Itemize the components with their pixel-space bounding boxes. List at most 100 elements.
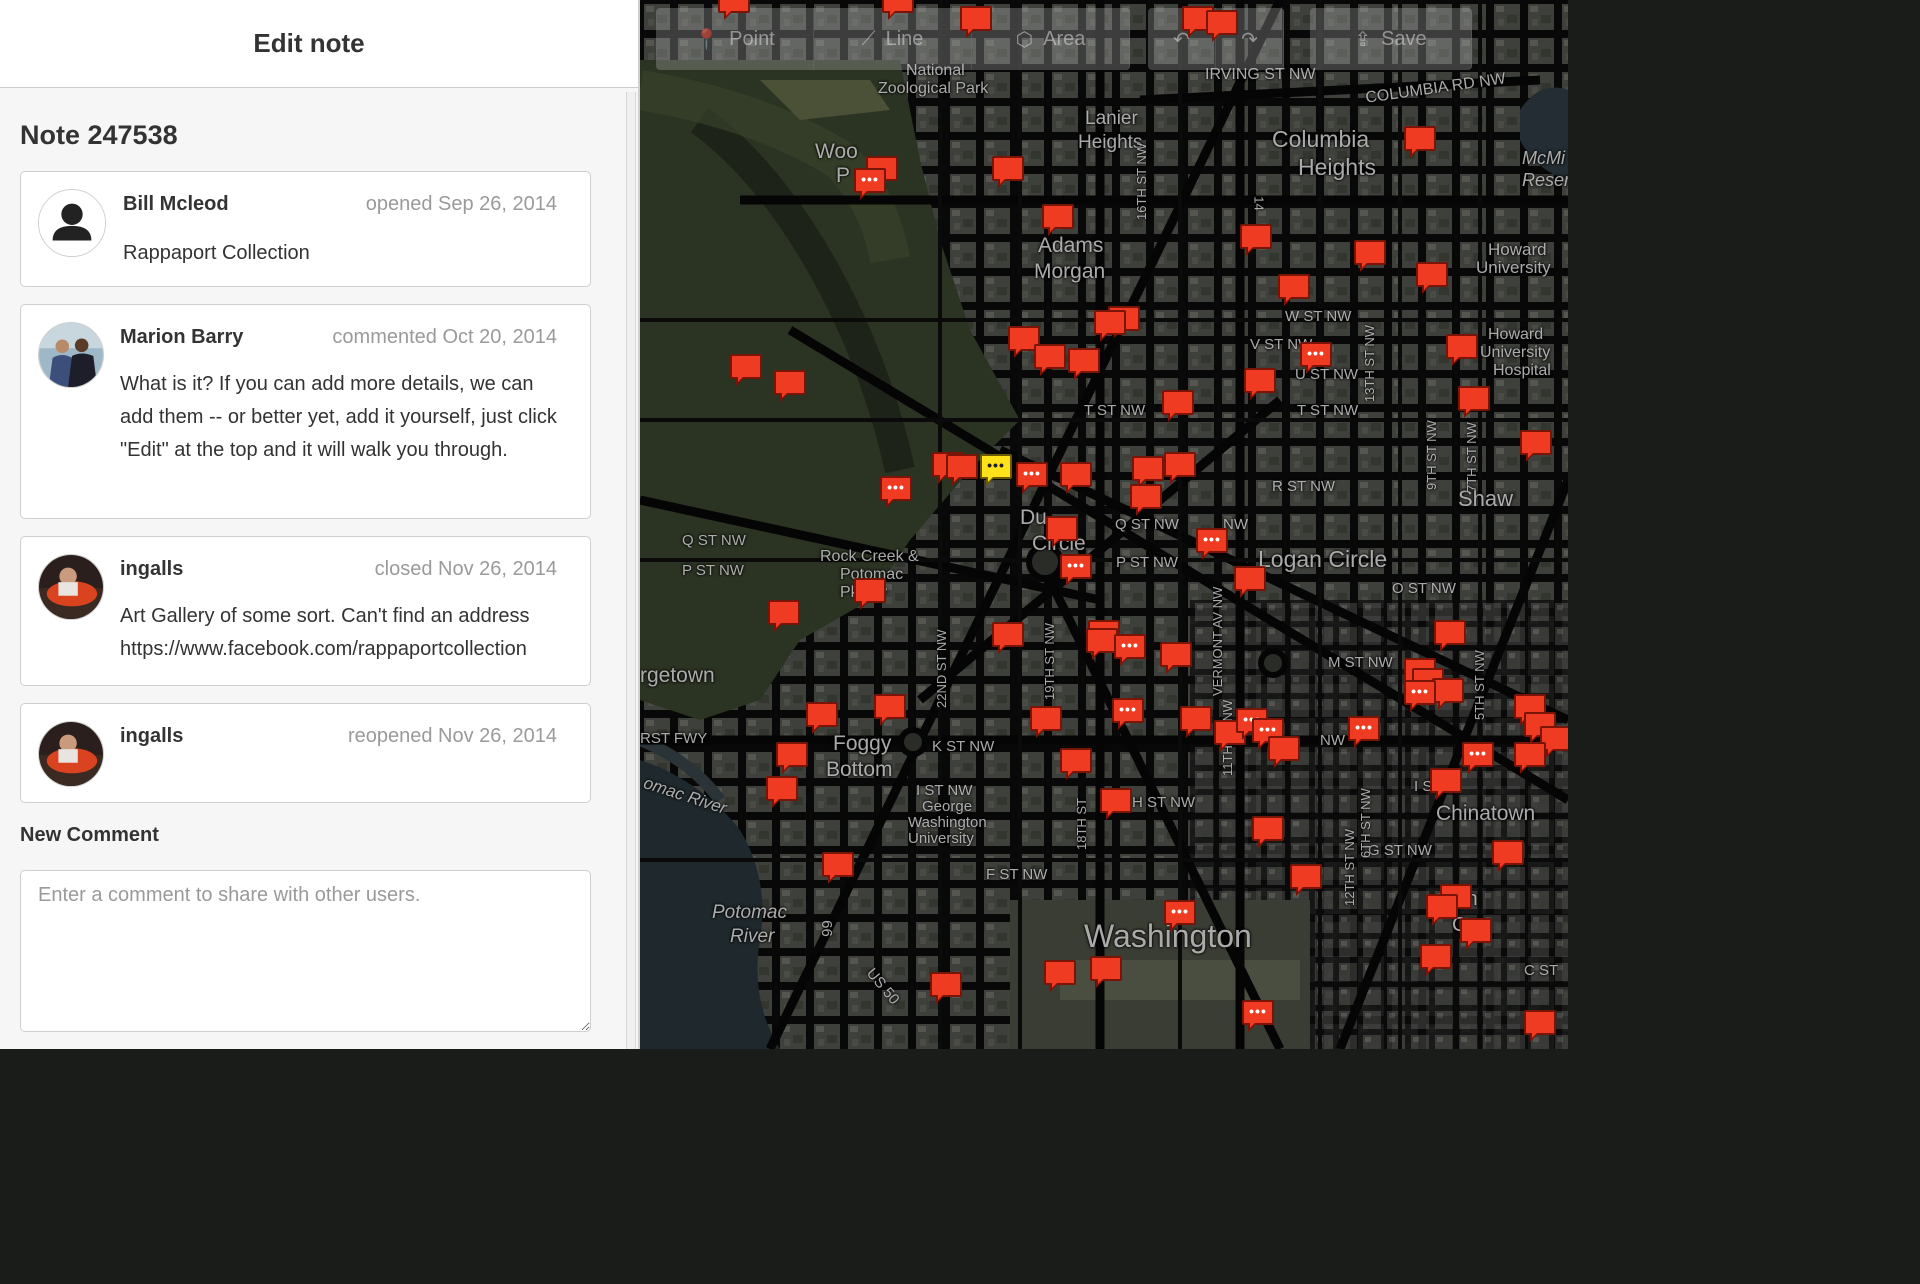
map-label: 18TH ST — [1074, 797, 1089, 850]
note-marker-icon[interactable] — [1130, 484, 1162, 516]
note-marker-icon[interactable]: ••• — [1242, 1000, 1274, 1032]
comment-card: ingalls closed Nov 26, 2014 Art Gallery … — [20, 536, 591, 686]
map-label: Q ST NW — [1115, 516, 1179, 533]
map-label: University — [1480, 344, 1551, 361]
note-marker-icon[interactable] — [1432, 678, 1464, 710]
note-marker-icon[interactable] — [1514, 742, 1546, 774]
note-marker-icon[interactable] — [1520, 430, 1552, 462]
comment-author-link[interactable]: ingalls — [120, 558, 183, 581]
note-marker-icon[interactable] — [1426, 894, 1458, 926]
note-marker-icon[interactable]: ••• — [1348, 716, 1380, 748]
note-marker-icon[interactable] — [1094, 310, 1126, 342]
note-marker-icon[interactable] — [1240, 224, 1272, 256]
note-marker-icon[interactable] — [1234, 566, 1266, 598]
map-label: Washington — [908, 814, 987, 831]
add-line-label: Line — [885, 27, 924, 50]
note-marker-icon[interactable]: ••• — [1114, 634, 1146, 666]
user-photo-avatar[interactable] — [38, 554, 104, 620]
note-marker-icon[interactable] — [1180, 706, 1212, 738]
note-marker-icon[interactable] — [1068, 348, 1100, 380]
note-marker-icon[interactable] — [946, 454, 978, 486]
note-marker-icon[interactable] — [1458, 386, 1490, 418]
note-marker-icon[interactable] — [1162, 390, 1194, 422]
comment-meta: commented Oct 20, 2014 — [332, 326, 557, 348]
note-marker-icon[interactable] — [960, 6, 992, 38]
note-marker-icon[interactable]: ••• — [1016, 462, 1048, 494]
user-photo-avatar[interactable] — [38, 322, 104, 388]
note-marker-icon[interactable] — [1206, 10, 1238, 42]
map-label: Howard — [1488, 326, 1544, 343]
note-marker-icon[interactable]: ••• — [1112, 698, 1144, 730]
note-marker-icon[interactable] — [992, 156, 1024, 188]
note-marker-icon[interactable] — [1354, 240, 1386, 272]
note-marker-icon[interactable] — [1160, 642, 1192, 674]
save-button[interactable]: ⇪ Save — [1310, 8, 1472, 70]
note-marker-icon[interactable] — [1046, 516, 1078, 548]
note-marker-icon[interactable]: ••• — [1196, 528, 1228, 560]
note-marker-icon[interactable] — [1430, 768, 1462, 800]
note-marker-icon[interactable] — [1524, 1010, 1556, 1042]
note-marker-icon[interactable] — [1060, 462, 1092, 494]
note-marker-icon[interactable] — [1416, 262, 1448, 294]
note-marker-icon[interactable] — [1044, 960, 1076, 992]
note-marker-icon[interactable] — [768, 600, 800, 632]
map-label: rgetown — [640, 664, 715, 687]
note-marker-icon[interactable] — [874, 694, 906, 726]
note-marker-icon[interactable] — [1268, 736, 1300, 768]
add-area-button[interactable]: ⬡ Area — [972, 8, 1130, 70]
note-marker-icon[interactable] — [822, 852, 854, 884]
note-marker-icon[interactable] — [992, 622, 1024, 654]
note-marker-icon[interactable] — [1404, 126, 1436, 158]
note-marker-icon[interactable] — [1420, 944, 1452, 976]
sidebar-scrollbar[interactable] — [626, 92, 636, 1049]
map-view[interactable]: National Zoological Park IRVING ST NW CO… — [640, 0, 1568, 1049]
note-marker-icon[interactable] — [1060, 748, 1092, 780]
note-marker-icon[interactable] — [882, 0, 914, 20]
map-label: Howard — [1488, 240, 1547, 259]
note-marker-icon[interactable]: ••• — [1404, 680, 1436, 712]
comment-author-link[interactable]: Bill Mcleod — [123, 193, 229, 216]
note-marker-icon[interactable] — [1460, 918, 1492, 950]
note-marker-icon[interactable] — [1100, 788, 1132, 820]
comment-author-link[interactable]: Marion Barry — [120, 326, 243, 349]
note-marker-icon[interactable] — [1290, 864, 1322, 896]
note-marker-icon[interactable] — [1252, 816, 1284, 848]
note-marker-icon[interactable]: ••• — [854, 168, 886, 200]
note-marker-icon[interactable] — [776, 742, 808, 774]
note-marker-icon[interactable] — [1030, 706, 1062, 738]
note-marker-icon[interactable] — [766, 776, 798, 808]
note-marker-icon[interactable] — [1164, 452, 1196, 484]
note-marker-icon[interactable]: ••• — [880, 476, 912, 508]
note-marker-icon[interactable] — [730, 354, 762, 386]
map-label: 66 — [817, 920, 835, 937]
note-marker-icon[interactable] — [1434, 620, 1466, 652]
note-marker-icon[interactable] — [930, 972, 962, 1004]
note-marker-icon[interactable] — [774, 370, 806, 402]
note-marker-icon[interactable] — [1278, 274, 1310, 306]
note-marker-icon[interactable] — [854, 578, 886, 610]
note-marker-icon[interactable] — [1034, 344, 1066, 376]
note-marker-icon[interactable] — [1446, 334, 1478, 366]
note-marker-icon[interactable] — [1042, 204, 1074, 236]
default-user-avatar-icon[interactable] — [38, 189, 106, 257]
map-label: 19TH ST NW — [1042, 622, 1057, 700]
add-area-label: Area — [1043, 27, 1086, 50]
map-label: 9TH ST NW — [1424, 420, 1439, 490]
map-label: 5TH ST NW — [1472, 650, 1487, 720]
note-marker-icon[interactable]: ••• — [1462, 742, 1494, 774]
note-marker-icon[interactable] — [1090, 956, 1122, 988]
note-marker-icon[interactable] — [718, 0, 750, 20]
note-marker-icon[interactable] — [1492, 840, 1524, 872]
note-marker-icon[interactable] — [806, 702, 838, 734]
note-marker-icon[interactable]: ••• — [1300, 342, 1332, 374]
note-marker-icon[interactable] — [1132, 456, 1164, 488]
user-photo-avatar[interactable] — [38, 721, 104, 787]
map-label: O ST NW — [1392, 580, 1456, 597]
comment-author-link[interactable]: ingalls — [120, 725, 183, 748]
note-marker-icon[interactable] — [1244, 368, 1276, 400]
note-marker-icon[interactable]: ••• — [1164, 900, 1196, 932]
map-label: 12TH ST NW — [1342, 828, 1357, 906]
note-marker-icon[interactable]: ••• — [1060, 554, 1092, 586]
new-comment-textarea[interactable] — [20, 870, 591, 1032]
selected-note-marker-icon[interactable]: ••• — [980, 454, 1012, 486]
